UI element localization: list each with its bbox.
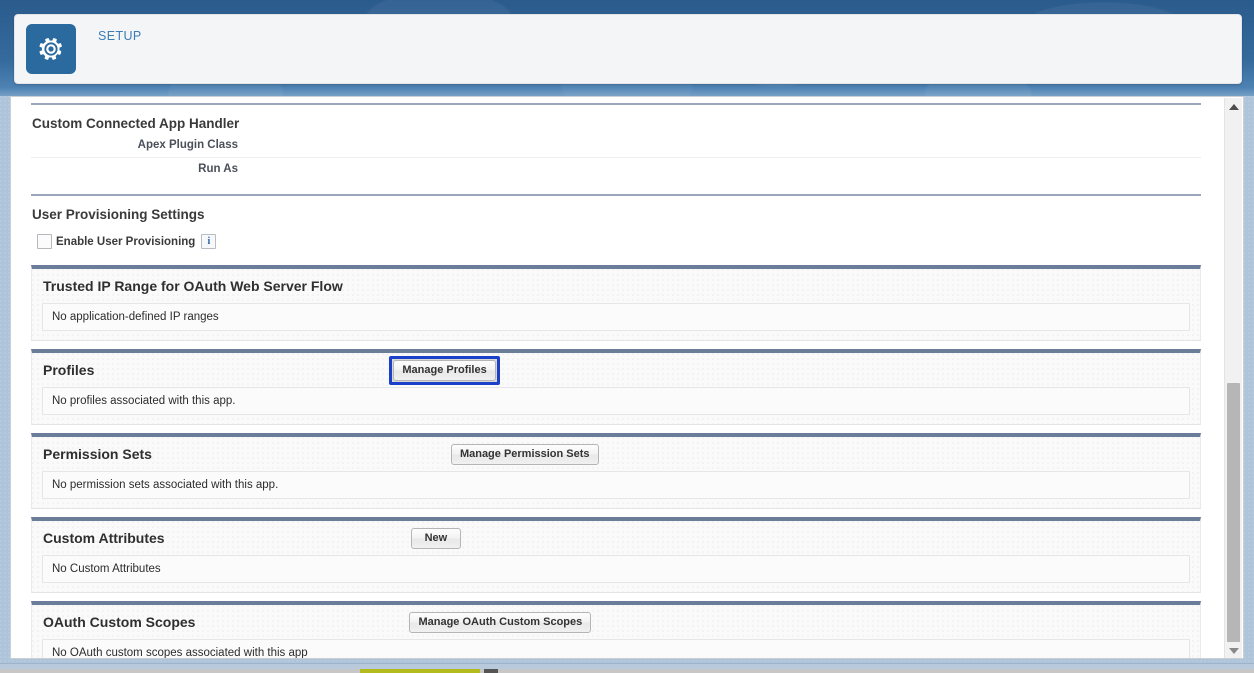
field-label: Apex Plugin Class [31,139,246,151]
related-list-custom-attributes: Custom Attributes New No Custom Attribut… [31,517,1201,593]
section-user-provisioning-settings: User Provisioning Settings Enable User P… [31,180,1201,257]
section-custom-connected-app-handler: Custom Connected App Handler Apex Plugin… [31,97,1201,180]
related-list-empty-message: No permission sets associated with this … [42,471,1190,499]
related-list-title: Custom Attributes [43,530,165,546]
related-list-header: Trusted IP Range for OAuth Web Server Fl… [32,269,1200,303]
field-value [246,139,1201,153]
setup-header: SETUP [14,14,1242,84]
detail-content-panel: Custom Connected App Handler Apex Plugin… [10,96,1244,659]
bottom-strip-marker [484,669,498,673]
enable-user-provisioning-label: Enable User Provisioning [56,236,195,248]
field-row-apex-plugin-class: Apex Plugin Class [31,137,1201,158]
related-list-header: Profiles Manage Profiles [32,353,1200,387]
section-title: Custom Connected App Handler [31,111,1201,137]
section-divider [31,103,1201,105]
scroll-up-icon [1229,104,1239,110]
new-custom-attribute-button[interactable]: New [411,528,462,549]
related-list-header: Permission Sets Manage Permission Sets [32,437,1200,471]
gear-icon[interactable] [26,24,76,74]
related-list-empty-message: No Custom Attributes [42,555,1190,583]
field-row-run-as: Run As [31,161,1201,180]
bottom-progress-indicator [360,669,480,673]
related-list-header: OAuth Custom Scopes Manage OAuth Custom … [32,605,1200,639]
setup-label: SETUP [98,29,142,43]
related-list-permission-sets: Permission Sets Manage Permission Sets N… [31,433,1201,509]
detail-content-inner: Custom Connected App Handler Apex Plugin… [11,97,1221,658]
bottom-strip-track [0,669,1254,673]
scroll-down-icon [1229,648,1239,654]
related-list-empty-message: No OAuth custom scopes associated with t… [42,639,1190,659]
related-list-empty-message: No application-defined IP ranges [42,303,1190,331]
section-title: User Provisioning Settings [31,202,1201,228]
related-list-title: OAuth Custom Scopes [43,614,195,630]
related-list-actions: New [165,528,1190,549]
related-list-actions: Manage Profiles [94,356,1190,385]
related-list-trusted-ip-range: Trusted IP Range for OAuth Web Server Fl… [31,265,1201,341]
bottom-status-strip [0,663,1254,673]
field-value [246,163,1201,177]
scrollbar-thumb[interactable] [1227,383,1240,648]
manage-oauth-custom-scopes-button[interactable]: Manage OAuth Custom Scopes [409,612,591,633]
enable-user-provisioning-row[interactable]: Enable User Provisioning i [31,228,1201,257]
enable-user-provisioning-checkbox[interactable] [37,234,52,249]
related-list-profiles: Profiles Manage Profiles No profiles ass… [31,349,1201,425]
related-list-oauth-custom-scopes: OAuth Custom Scopes Manage OAuth Custom … [31,601,1201,659]
info-icon[interactable]: i [201,234,216,249]
scrollbar-up-button[interactable] [1225,98,1242,115]
related-list-empty-message: No profiles associated with this app. [42,387,1190,415]
related-list-actions: Manage Permission Sets [152,444,1190,465]
scrollbar-down-button[interactable] [1225,642,1242,659]
related-list-title: Trusted IP Range for OAuth Web Server Fl… [43,278,343,294]
related-list-header: Custom Attributes New [32,521,1200,555]
manage-profiles-focus-ring: Manage Profiles [389,356,499,385]
related-list-title: Permission Sets [43,446,152,462]
related-list-actions: Manage OAuth Custom Scopes [195,612,1190,633]
section-divider [31,194,1201,196]
manage-permission-sets-button[interactable]: Manage Permission Sets [451,444,599,465]
manage-profiles-button[interactable]: Manage Profiles [393,360,495,381]
vertical-scrollbar[interactable] [1224,98,1242,659]
field-label: Run As [31,163,246,175]
related-list-title: Profiles [43,362,94,378]
